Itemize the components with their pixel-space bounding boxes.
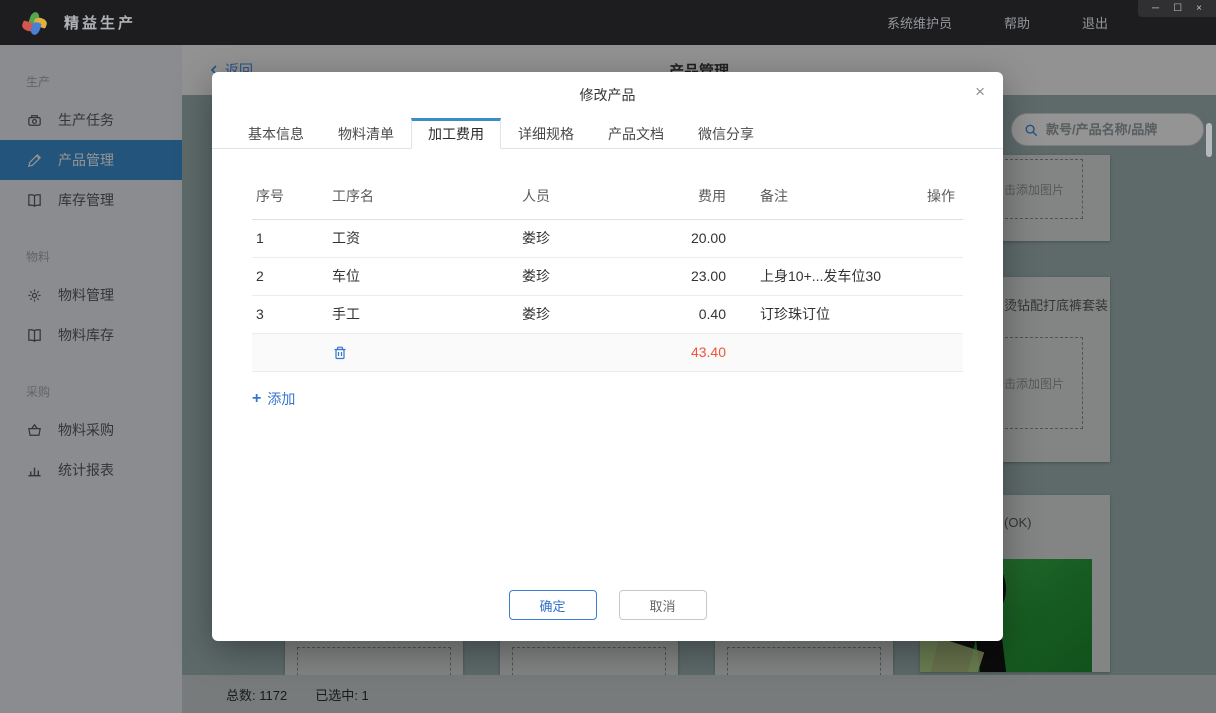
table-row: 3 手工 娄珍 0.40 订珍珠订位 [252,295,963,333]
cell-note [730,219,904,257]
cancel-button[interactable]: 取消 [619,590,707,620]
add-row-button[interactable]: + 添加 [252,389,295,409]
close-icon[interactable]: × [975,83,985,100]
tab-material-list[interactable]: 物料清单 [321,118,411,149]
cell-process: 工资 [328,219,518,257]
col-header-action: 操作 [904,174,963,219]
col-header-index: 序号 [252,174,328,219]
window-controls: ─ ☐ × [1138,0,1216,17]
tab-wechat-share[interactable]: 微信分享 [681,118,771,149]
modal-actions: 确定 取消 [212,590,1003,620]
col-header-process: 工序名 [328,174,518,219]
plus-icon: + [252,391,261,407]
close-window-icon[interactable]: × [1196,4,1202,14]
minimize-icon[interactable]: ─ [1152,4,1159,14]
tab-basic-info[interactable]: 基本信息 [231,118,321,149]
topbar: 精益生产 系统维护员 帮助 退出 ─ ☐ × [0,0,1216,45]
cell-action [904,219,963,257]
app-title: 精益生产 [64,12,136,33]
cell-note: 上身10+...发车位30 [730,257,904,295]
maximize-icon[interactable]: ☐ [1173,4,1182,14]
table-row: 2 车位 娄珍 23.00 上身10+...发车位30 [252,257,963,295]
col-header-person: 人员 [518,174,644,219]
current-user-menu[interactable]: 系统维护员 [887,13,952,32]
cell-fee: 23.00 [644,257,730,295]
cell-person: 娄珍 [518,257,644,295]
table-row: 1 工资 娄珍 20.00 [252,219,963,257]
col-header-note: 备注 [730,174,904,219]
cell-fee: 0.40 [644,295,730,333]
add-label: 添加 [267,389,295,409]
cell-index: 1 [252,219,328,257]
app-logo-pinwheel-icon [24,12,46,34]
trash-icon [332,345,348,361]
total-fee-value: 43.40 [644,333,730,371]
cell-process: 车位 [328,257,518,295]
scrollbar-thumb[interactable] [1206,123,1212,157]
modal-title: 修改产品 [212,72,1003,105]
cell-person: 娄珍 [518,295,644,333]
delete-all-button[interactable] [332,345,348,361]
cell-index: 3 [252,295,328,333]
edit-product-modal: 修改产品 × 基本信息 物料清单 加工费用 详细规格 产品文档 微信分享 序号 … [212,72,1003,641]
cell-action [904,295,963,333]
app-window: 精益生产 系统维护员 帮助 退出 ─ ☐ × 生产 生产任务 产品管理 库 [0,0,1216,713]
help-menu[interactable]: 帮助 [1004,13,1030,32]
logout-menu[interactable]: 退出 [1082,13,1108,32]
processing-fee-table: 序号 工序名 人员 费用 备注 操作 1 工资 娄珍 20.00 [252,174,963,372]
cell-fee: 20.00 [644,219,730,257]
cell-note: 订珍珠订位 [730,295,904,333]
confirm-button[interactable]: 确定 [509,590,597,620]
cell-action [904,257,963,295]
tab-detailed-specs[interactable]: 详细规格 [501,118,591,149]
modal-tabs: 基本信息 物料清单 加工费用 详细规格 产品文档 微信分享 [212,118,1003,149]
cell-process: 手工 [328,295,518,333]
cell-index: 2 [252,257,328,295]
table-header-row: 序号 工序名 人员 费用 备注 操作 [252,174,963,219]
cell-person: 娄珍 [518,219,644,257]
col-header-fee: 费用 [644,174,730,219]
table-total-row: 43.40 [252,333,963,371]
tab-processing-fee[interactable]: 加工费用 [411,118,501,149]
tab-product-documents[interactable]: 产品文档 [591,118,681,149]
